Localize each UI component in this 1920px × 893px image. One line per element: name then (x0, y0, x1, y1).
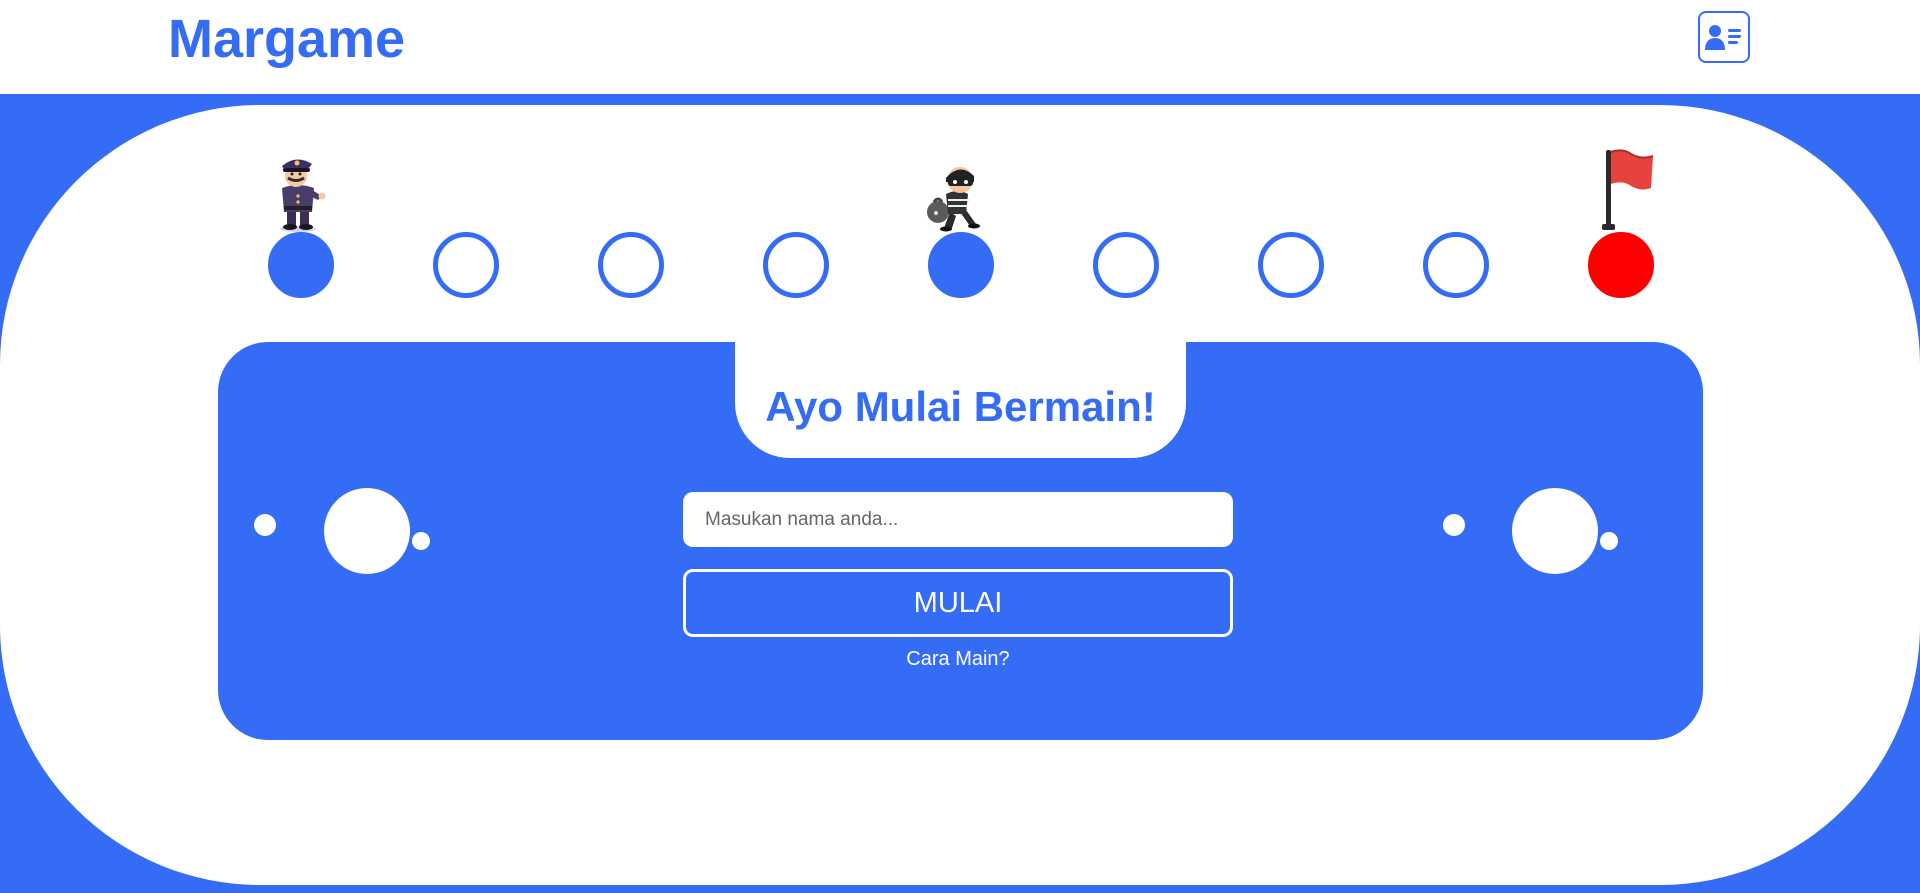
board-cell (1258, 232, 1324, 298)
title-tab: Ayo Mulai Bermain! (735, 342, 1186, 458)
decor-circle (324, 488, 410, 574)
thief-character-icon (927, 167, 980, 232)
board-cell (763, 232, 829, 298)
how-to-play-link[interactable]: Cara Main? (683, 648, 1233, 671)
game-track (0, 0, 1920, 330)
panel-title: Ayo Mulai Bermain! (765, 383, 1156, 430)
player-name-input[interactable] (683, 492, 1233, 547)
decor-dot (412, 532, 430, 550)
board-cell (1423, 232, 1489, 298)
decor-dot (1600, 532, 1618, 550)
board-cell (268, 232, 334, 298)
finish-flag-icon (1602, 149, 1654, 230)
board-cell (598, 232, 664, 298)
board-cell (433, 232, 499, 298)
board-cell-finish (1588, 232, 1654, 298)
decor-circle (1512, 488, 1598, 574)
police-character-icon (280, 159, 326, 232)
board-cell (928, 232, 994, 298)
decor-dot (1443, 514, 1465, 536)
board-cell (1093, 232, 1159, 298)
start-button[interactable]: MULAI (683, 569, 1233, 637)
decor-dot (254, 514, 276, 536)
